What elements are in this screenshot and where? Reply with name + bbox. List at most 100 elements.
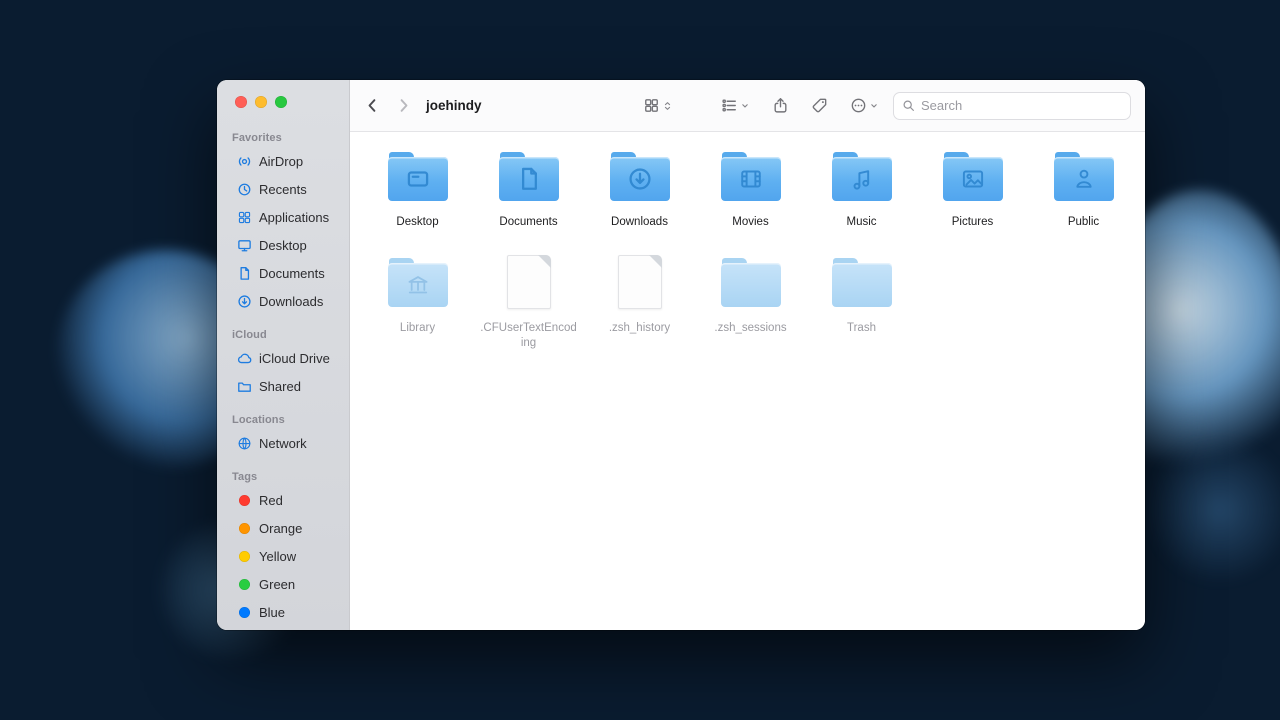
chevron-down-icon [869, 101, 879, 111]
sidebar-item-shared[interactable]: Shared [222, 372, 344, 400]
file-item-public[interactable]: Public [1028, 146, 1139, 230]
sidebar-item-label: Orange [259, 521, 302, 536]
sidebar-section-title-tags: Tags [232, 471, 349, 483]
file-item-label: Public [1068, 215, 1099, 230]
tag-color-dot [239, 523, 250, 534]
sidebar-item-label: Yellow [259, 549, 296, 564]
sidebar-item-label: Downloads [259, 294, 323, 309]
more-actions-button[interactable] [850, 97, 879, 114]
folder-icon [499, 146, 559, 206]
group-menu[interactable] [721, 97, 750, 114]
group-by-icon [721, 97, 738, 114]
file-item-label: .CFUserTextEncoding [480, 321, 578, 351]
download-icon [627, 166, 653, 192]
tag-color-dot [239, 607, 250, 618]
sidebar-item-label: iCloud Drive [259, 351, 330, 366]
monitor-icon [405, 166, 431, 192]
sidebar-item-orange[interactable]: Orange [222, 514, 344, 542]
folder-icon [1054, 146, 1114, 206]
file-icon [507, 252, 551, 312]
photo-icon [960, 166, 986, 192]
film-icon [738, 166, 764, 192]
close-button[interactable] [235, 96, 247, 108]
sidebar-item-airdrop[interactable]: AirDrop [222, 147, 344, 175]
file-item-label: Music [846, 215, 876, 230]
folder-icon [721, 146, 781, 206]
file-item-movies[interactable]: Movies [695, 146, 806, 230]
sidebar-item-downloads[interactable]: Downloads [222, 287, 344, 315]
bank-icon [405, 272, 431, 298]
sidebar-item-documents[interactable]: Documents [222, 259, 344, 287]
page-fold [538, 255, 551, 268]
sidebar-item-label: Shared [259, 379, 301, 394]
view-switcher[interactable] [643, 97, 673, 114]
cloud-icon [237, 351, 252, 366]
file-item-desktop[interactable]: Desktop [362, 146, 473, 230]
sidebar-section-title-favorites: Favorites [232, 132, 349, 144]
file-item-cfusertextencoding[interactable]: .CFUserTextEncoding [473, 252, 584, 351]
sidebar-item-label: Network [259, 436, 307, 451]
file-item-trash[interactable]: Trash [806, 252, 917, 351]
file-item-music[interactable]: Music [806, 146, 917, 230]
sidebar-item-recents[interactable]: Recents [222, 175, 344, 203]
sidebar-item-label: Red [259, 493, 283, 508]
file-icon [618, 252, 662, 312]
file-item-downloads[interactable]: Downloads [584, 146, 695, 230]
folder-icon [388, 252, 448, 312]
file-item-zsh-history[interactable]: .zsh_history [584, 252, 695, 351]
download-icon [237, 294, 252, 309]
folder-icon [832, 146, 892, 206]
share-button[interactable] [772, 97, 789, 114]
search-icon [902, 99, 915, 112]
note-icon [849, 166, 875, 192]
file-item-pictures[interactable]: Pictures [917, 146, 1028, 230]
clock-icon [237, 182, 252, 197]
ellipsis-circle-icon [850, 97, 867, 114]
back-button[interactable] [364, 97, 381, 114]
folder-icon [388, 146, 448, 206]
airdrop-icon [237, 154, 252, 169]
sidebar-item-yellow[interactable]: Yellow [222, 542, 344, 570]
minimize-button[interactable] [255, 96, 267, 108]
file-item-zsh-sessions[interactable]: .zsh_sessions [695, 252, 806, 351]
sidebar-item-label: Documents [259, 266, 325, 281]
file-item-label: Pictures [952, 215, 994, 230]
finder-window: FavoritesAirDropRecentsApplicationsDeskt… [217, 80, 1145, 630]
grid-view-icon [643, 97, 660, 114]
tags-button[interactable] [811, 97, 828, 114]
document-icon [516, 166, 542, 192]
tag-color-dot [239, 579, 250, 590]
sidebar-item-applications[interactable]: Applications [222, 203, 344, 231]
shared-folder-icon [237, 379, 252, 394]
desktop-icon [237, 238, 252, 253]
sidebar-item-network[interactable]: Network [222, 429, 344, 457]
page-fold [649, 255, 662, 268]
file-item-label: Desktop [396, 215, 438, 230]
sidebar-item-blue[interactable]: Blue [222, 598, 344, 626]
zoom-button[interactable] [275, 96, 287, 108]
main-panel: joehindy [350, 80, 1145, 630]
sidebar-section-title-icloud: iCloud [232, 329, 349, 341]
sidebar-item-label: Green [259, 577, 295, 592]
sidebar-item-desktop[interactable]: Desktop [222, 231, 344, 259]
file-item-library[interactable]: Library [362, 252, 473, 351]
sidebar-item-green[interactable]: Green [222, 570, 344, 598]
sidebar-item-icloud-drive[interactable]: iCloud Drive [222, 344, 344, 372]
person-icon [1071, 166, 1097, 192]
sidebar-item-label: Recents [259, 182, 307, 197]
file-item-label: Trash [847, 321, 876, 336]
chevron-down-icon [740, 101, 750, 111]
globe-icon [237, 436, 252, 451]
file-item-documents[interactable]: Documents [473, 146, 584, 230]
sidebar-item-red[interactable]: Red [222, 486, 344, 514]
search-field[interactable] [893, 92, 1131, 120]
sidebar-section-title-locations: Locations [232, 414, 349, 426]
search-input[interactable] [921, 98, 1122, 113]
forward-button[interactable] [395, 97, 412, 114]
document-icon [237, 266, 252, 281]
file-item-label: Library [400, 321, 435, 336]
applications-icon [237, 210, 252, 225]
folder-icon [832, 252, 892, 312]
tag-color-dot [239, 551, 250, 562]
sidebar: Favorites AirDrop Recents ApplicationsDeskt… [217, 80, 350, 630]
